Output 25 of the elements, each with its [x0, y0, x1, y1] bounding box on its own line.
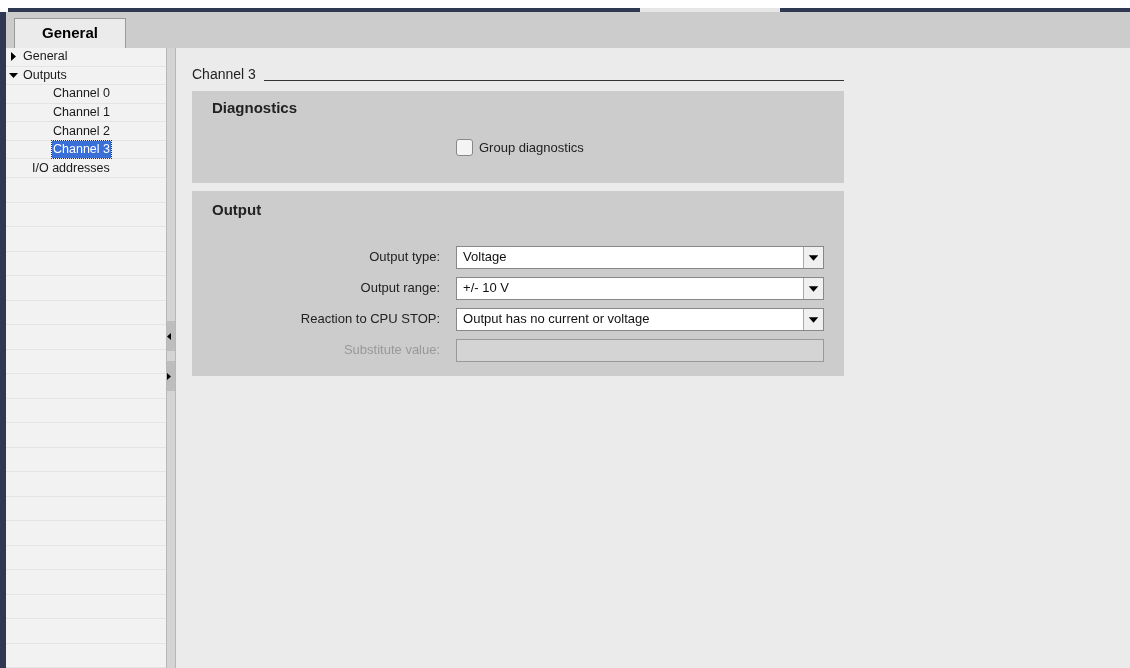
- expand-arrow-button[interactable]: [167, 361, 175, 391]
- panel-title: Output: [212, 200, 263, 220]
- tree-item[interactable]: Channel 3: [52, 141, 111, 159]
- tree-item[interactable]: Channel 2: [52, 122, 111, 140]
- dropdown-field[interactable]: Voltage: [456, 245, 824, 269]
- checkbox-label: Group diagnostics: [479, 138, 584, 157]
- tree-item[interactable]: I/O addresses: [31, 159, 111, 177]
- field-label: Output range:: [359, 279, 441, 298]
- field-label: Output type:: [368, 248, 441, 267]
- tree-item[interactable]: Channel 1: [52, 104, 111, 121]
- tree-item[interactable]: General: [22, 48, 69, 66]
- dropdown-field[interactable]: +/- 10 V: [456, 276, 824, 300]
- collapse-arrow-button[interactable]: [167, 321, 175, 351]
- checkbox[interactable]: [456, 138, 473, 156]
- section-title: Channel 3: [192, 65, 256, 84]
- expanded-triangle-icon[interactable]: [9, 70, 18, 80]
- tree-item[interactable]: Channel 0: [52, 85, 111, 103]
- panel-title: Diagnostics: [212, 98, 299, 118]
- right-arrow-icon: [167, 372, 171, 380]
- left-arrow-icon: [167, 332, 171, 340]
- collapsed-triangle-icon[interactable]: [9, 52, 18, 62]
- tab[interactable]: General: [14, 18, 126, 48]
- tree-item[interactable]: Outputs: [22, 66, 68, 84]
- field-label: Reaction to CPU STOP:: [299, 310, 441, 329]
- dropdown-field[interactable]: Output has no current or voltage: [456, 307, 824, 331]
